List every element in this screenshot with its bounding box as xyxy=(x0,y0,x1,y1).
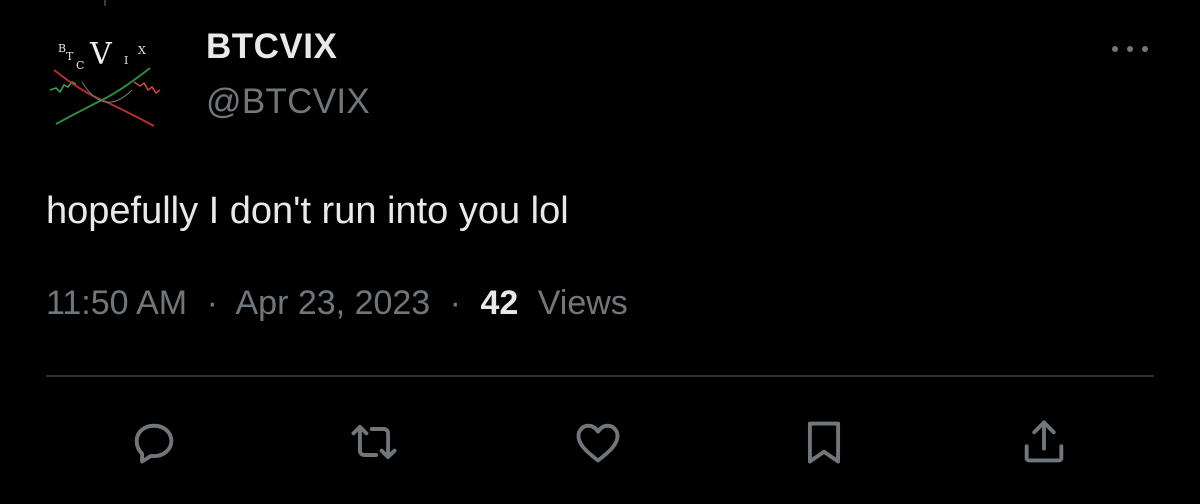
thread-line xyxy=(104,0,106,6)
meta-separator: · xyxy=(449,284,461,322)
logo-letter-c: C xyxy=(76,59,84,72)
retweet-icon xyxy=(351,424,397,460)
more-dot-icon xyxy=(1127,46,1133,52)
btcvix-logo: B T C V I X xyxy=(49,37,161,127)
bookmark-button[interactable] xyxy=(792,410,856,474)
tweet-meta: 11:50 AM · Apr 23, 2023 · 42 Views xyxy=(46,284,628,323)
tweet-text: hopefully I don't run into you lol xyxy=(46,190,569,232)
tweet-date[interactable]: Apr 23, 2023 xyxy=(236,284,431,322)
views-label[interactable]: Views xyxy=(538,284,628,322)
heart-icon xyxy=(576,423,620,463)
avatar[interactable]: B T C V I X xyxy=(42,30,168,128)
logo-letter-v: V xyxy=(89,37,113,72)
logo-letter-i: I xyxy=(124,54,128,67)
logo-letter-b: B xyxy=(58,42,66,55)
retweet-button[interactable] xyxy=(342,410,406,474)
share-icon xyxy=(1024,420,1064,463)
share-button[interactable] xyxy=(1012,410,1076,474)
like-button[interactable] xyxy=(566,410,630,474)
tweet-time[interactable]: 11:50 AM xyxy=(46,284,187,322)
divider xyxy=(46,375,1154,377)
display-name[interactable]: BTCVIX xyxy=(206,27,337,67)
tweet-detail: B T C V I X BTCVIX @BTCVIX hopefully I d… xyxy=(0,0,1200,504)
bookmark-icon xyxy=(807,421,841,464)
action-bar xyxy=(46,410,1154,474)
more-dot-icon xyxy=(1142,46,1148,52)
reply-button[interactable] xyxy=(122,410,186,474)
logo-letter-t: T xyxy=(66,50,74,63)
more-dot-icon xyxy=(1112,46,1118,52)
user-handle[interactable]: @BTCVIX xyxy=(206,82,370,122)
more-options-button[interactable] xyxy=(1106,36,1154,62)
views-count[interactable]: 42 xyxy=(480,284,518,322)
meta-separator: · xyxy=(206,284,218,322)
reply-icon xyxy=(134,423,174,464)
logo-letter-x: X xyxy=(138,44,146,57)
